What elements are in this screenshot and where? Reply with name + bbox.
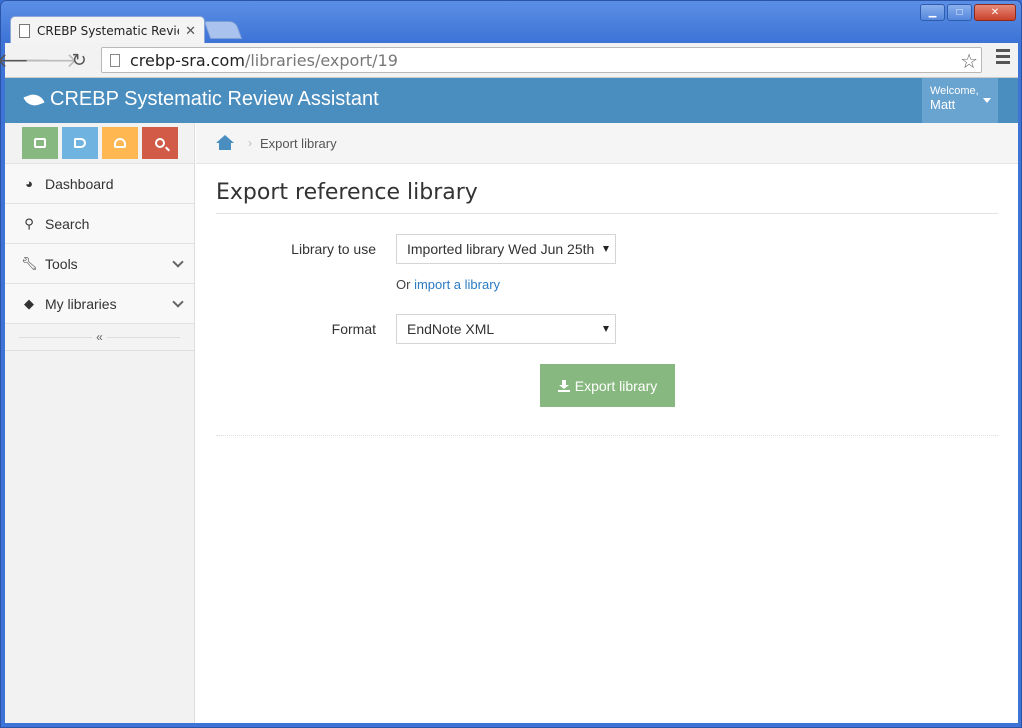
leaf-icon xyxy=(23,90,45,109)
library-select[interactable]: Imported library Wed Jun 25th xyxy=(396,234,616,264)
sidebar-nav: ◕ Dashboard ⚲ Search 🔧︎ Tools ◆ My libra… xyxy=(5,163,194,323)
user-menu[interactable]: Welcome, Matt xyxy=(922,78,998,123)
shortcut-search-button[interactable] xyxy=(141,127,178,159)
close-window-button[interactable]: ✕ xyxy=(974,4,1016,21)
user-name: Matt xyxy=(930,97,956,112)
library-select-value: Imported library Wed Jun 25th xyxy=(407,241,595,257)
export-form: Library to use Imported library Wed Jun … xyxy=(216,214,998,436)
sidebar-item-label: Dashboard xyxy=(45,175,114,192)
brand[interactable]: CREBP Systematic Review Assistant xyxy=(23,88,379,111)
sidebar-item-dashboard[interactable]: ◕ Dashboard xyxy=(5,163,194,203)
page-title: Export reference library xyxy=(216,164,998,214)
wrench-icon: 🔧︎ xyxy=(21,255,38,271)
search-icon: ⚲ xyxy=(24,215,34,231)
tab-title: CREBP Systematic Revie xyxy=(37,23,180,38)
format-label: Format xyxy=(331,321,376,337)
sidebar-item-tools[interactable]: 🔧︎ Tools xyxy=(5,243,194,283)
close-tab-icon[interactable]: ✕ xyxy=(185,23,196,39)
maximize-button[interactable]: □ xyxy=(947,4,972,21)
browser-tab[interactable]: CREBP Systematic Revie ✕ xyxy=(10,16,205,44)
user-welcome: Welcome, xyxy=(930,85,979,97)
browser-menu-icon[interactable] xyxy=(996,49,1010,67)
chevron-down-icon xyxy=(172,256,184,268)
browser-window: CREBP Systematic Revie ✕ ▁ □ ✕ 🡐 🡒 ↻ cre… xyxy=(0,0,1022,728)
url-host: crebp-sra.com xyxy=(130,50,245,70)
sidebar-item-my-libraries[interactable]: ◆ My libraries xyxy=(5,283,194,323)
tags-icon xyxy=(73,138,86,148)
minimize-button[interactable]: ▁ xyxy=(920,4,945,21)
shortcut-tags-button[interactable] xyxy=(61,127,98,159)
format-select[interactable]: EndNote XML xyxy=(396,314,616,344)
breadcrumb-current: Export library xyxy=(260,135,337,151)
import-hint: Or import a library xyxy=(396,277,500,292)
page-viewport: CREBP Systematic Review Assistant Welcom… xyxy=(5,78,1018,723)
sidebar-collapse-button[interactable]: « xyxy=(92,330,107,344)
sidebar-shortcuts xyxy=(5,123,194,163)
page-icon xyxy=(19,23,30,38)
brand-title: CREBP Systematic Review Assistant xyxy=(50,88,379,110)
search-icon xyxy=(154,138,165,148)
book-icon xyxy=(33,138,46,148)
page-icon xyxy=(110,53,120,67)
library-label: Library to use xyxy=(291,241,376,257)
sidebar-item-label: Tools xyxy=(45,255,78,272)
window-controls: ▁ □ ✕ xyxy=(920,4,1016,21)
dashboard-icon: ◕ xyxy=(25,176,33,191)
or-text: Or xyxy=(396,277,411,292)
reload-button[interactable]: ↻ xyxy=(65,46,93,74)
chevron-right-icon: › xyxy=(248,136,252,150)
home-icon[interactable] xyxy=(216,135,234,151)
url-path: /libraries/export/19 xyxy=(244,50,398,70)
browser-titlebar: CREBP Systematic Revie ✕ ▁ □ ✕ xyxy=(1,1,1021,44)
export-button-label: Export library xyxy=(574,377,658,394)
tags-icon: ◆ xyxy=(24,295,34,311)
users-icon xyxy=(113,138,126,148)
import-library-link[interactable]: import a library xyxy=(414,277,500,292)
sidebar: ◕ Dashboard ⚲ Search 🔧︎ Tools ◆ My libra… xyxy=(5,123,195,723)
browser-toolbar: 🡐 🡒 ↻ crebp-sra.com/libraries/export/19 … xyxy=(0,43,1018,78)
sidebar-collapse-row: « xyxy=(5,323,194,351)
shortcut-users-button[interactable] xyxy=(101,127,138,159)
download-icon xyxy=(557,379,570,392)
shortcut-libraries-button[interactable] xyxy=(21,127,58,159)
format-select-value: EndNote XML xyxy=(407,321,495,337)
select-arrow-icon xyxy=(603,246,609,252)
app-header: CREBP Systematic Review Assistant Welcom… xyxy=(5,78,1018,123)
forward-button[interactable]: 🡒 xyxy=(24,46,78,74)
main-content: Export reference library Library to use … xyxy=(216,164,998,436)
select-arrow-icon xyxy=(603,326,609,332)
sidebar-item-label: Search xyxy=(45,215,90,232)
caret-down-icon xyxy=(983,98,991,103)
new-tab-button[interactable] xyxy=(203,21,243,39)
chevron-down-icon xyxy=(172,296,184,308)
sidebar-item-label: My libraries xyxy=(45,295,117,312)
breadcrumb: › Export library xyxy=(196,123,1018,164)
export-library-button[interactable]: Export library xyxy=(540,364,675,407)
address-bar[interactable]: crebp-sra.com/libraries/export/19 ☆ xyxy=(101,47,982,73)
sidebar-item-search[interactable]: ⚲ Search xyxy=(5,203,194,243)
bookmark-star-icon[interactable]: ☆ xyxy=(960,49,978,73)
